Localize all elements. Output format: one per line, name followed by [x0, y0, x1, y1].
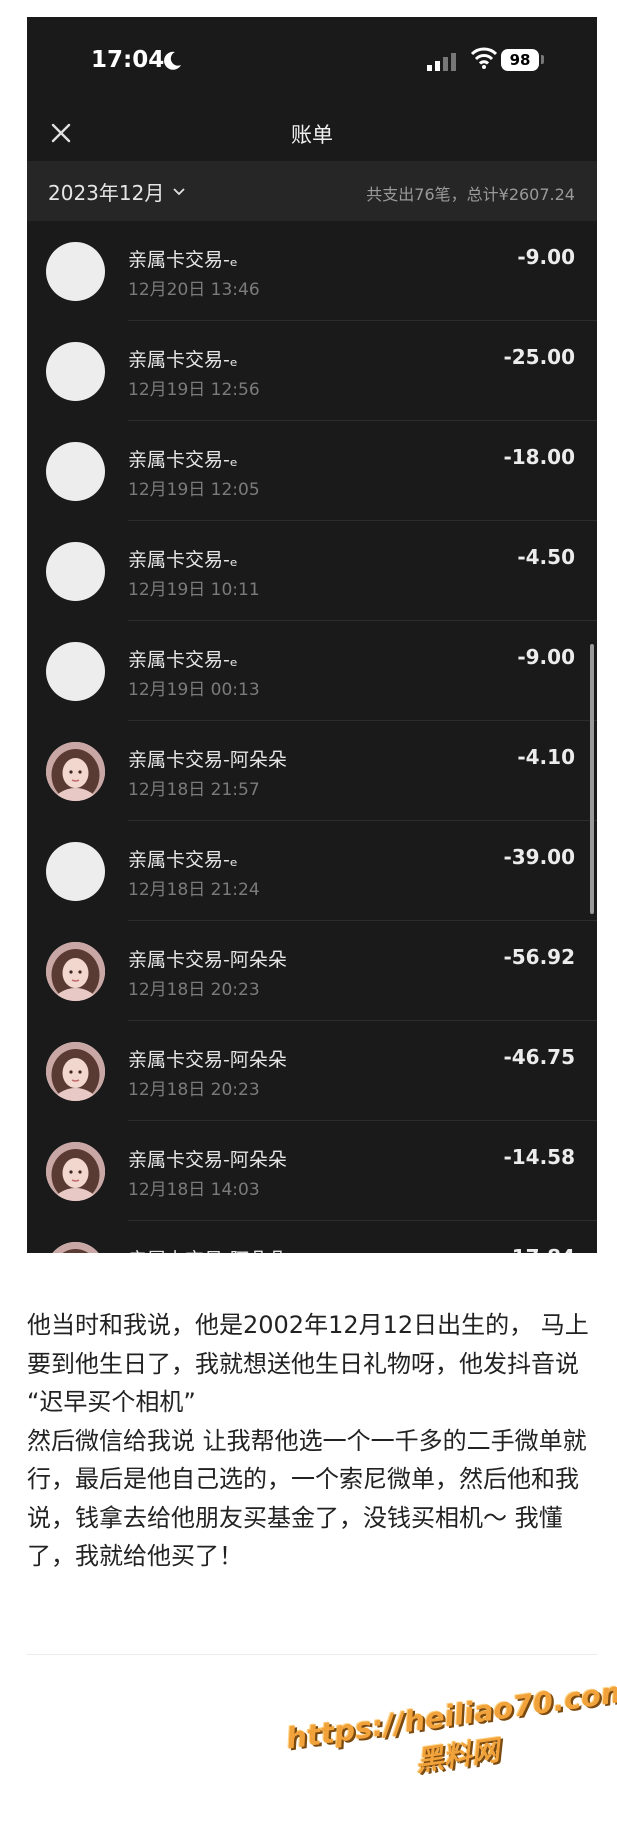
nav-bar: 账单 [27, 105, 597, 161]
transaction-title: 亲属卡交易-ₑ [128, 249, 238, 271]
moon-icon [164, 51, 181, 70]
transaction-row[interactable]: 亲属卡交易-阿朵朵 12月18日 20:23 -46.75 [27, 1021, 597, 1121]
avatar [46, 542, 105, 601]
transaction-time: 12月18日 21:57 [128, 780, 260, 800]
transaction-amount: -9.00 [517, 645, 575, 669]
transaction-amount: -25.00 [503, 345, 575, 369]
transaction-amount: -18.00 [503, 445, 575, 469]
wifi-icon [471, 47, 497, 69]
article-paragraph: 他当时和我说，他是2002年12月12日出生的， 马上要到他生日了，我就想送他生… [27, 1311, 589, 1416]
transaction-row[interactable]: 亲属卡交易-ₑ 12月20日 13:46 -9.00 [27, 221, 597, 321]
transaction-amount: -17.84 [503, 1245, 575, 1253]
transaction-row[interactable]: 亲属卡交易-ₑ 12月19日 10:11 -4.50 [27, 521, 597, 621]
transaction-title: 亲属卡交易-ₑ [128, 649, 238, 671]
avatar [46, 442, 105, 501]
transaction-time: 12月19日 00:13 [128, 680, 260, 700]
status-time: 17:04 [91, 47, 165, 73]
avatar [46, 342, 105, 401]
transaction-time: 12月18日 20:23 [128, 1080, 260, 1100]
transaction-title: 亲属卡交易-ₑ [128, 849, 238, 871]
transaction-title: 亲属卡交易-阿朵朵 [128, 749, 287, 771]
transaction-time: 12月18日 21:24 [128, 880, 260, 900]
transaction-title: 亲属卡交易-阿朵朵 [128, 1049, 287, 1071]
transaction-amount: -9.00 [517, 245, 575, 269]
transaction-amount: -39.00 [503, 845, 575, 869]
avatar [46, 942, 105, 1001]
transaction-title: 亲属卡交易-ₑ [128, 449, 238, 471]
month-label: 2023年12月 [48, 181, 165, 205]
article-paragraph: 然后微信给我说 让我帮他选一个一千多的二手微单就行，最后是他自己选的，一个索尼微… [27, 1426, 587, 1571]
transaction-list: 亲属卡交易-ₑ 12月20日 13:46 -9.00 亲属卡交易-ₑ 12月19日 12… [27, 221, 597, 1253]
transaction-row[interactable]: 亲属卡交易-ₑ 12月19日 12:05 -18.00 [27, 421, 597, 521]
divider [27, 1654, 597, 1655]
avatar [46, 842, 105, 901]
article-text: 他当时和我说，他是2002年12月12日出生的， 马上要到他生日了，我就想送他生… [27, 1306, 597, 1576]
transaction-row[interactable]: 亲属卡交易-阿朵朵 12月18日 14:03 -14.58 [27, 1121, 597, 1221]
avatar [46, 242, 105, 301]
transaction-title: 亲属卡交易-ₑ [128, 549, 238, 571]
signal-icon [427, 53, 456, 71]
transaction-time: 12月19日 10:11 [128, 580, 260, 600]
transaction-amount: -14.58 [503, 1145, 575, 1169]
phone-screenshot: 17:04 98 账单 2023年12月 共支出76笔，总计¥2607.24 亲… [27, 17, 597, 1253]
transaction-amount: -4.10 [517, 745, 575, 769]
page-title: 账单 [291, 123, 333, 147]
transaction-row[interactable]: 亲属卡交易-ₑ 12月19日 00:13 -9.00 [27, 621, 597, 721]
avatar [46, 642, 105, 701]
transaction-time: 12月18日 20:23 [128, 980, 260, 1000]
avatar [46, 1242, 105, 1253]
chevron-down-icon [173, 187, 185, 195]
battery-tip [541, 55, 544, 64]
transaction-time: 12月18日 14:03 [128, 1180, 260, 1200]
transaction-time: 12月19日 12:05 [128, 480, 260, 500]
transaction-row[interactable]: 亲属卡交易-ₑ 12月18日 21:24 -39.00 [27, 821, 597, 921]
transaction-amount: -56.92 [503, 945, 575, 969]
scrollbar[interactable] [590, 644, 594, 914]
status-bar: 17:04 98 [27, 17, 597, 105]
transaction-row[interactable]: 亲属卡交易-阿朵朵 -17.84 [27, 1221, 597, 1253]
transaction-title: 亲属卡交易-阿朵朵 [128, 1245, 287, 1253]
expense-summary: 共支出76笔，总计¥2607.24 [366, 185, 575, 204]
watermark: https://heiliao70.com 黑料网 [284, 1674, 617, 1798]
avatar [46, 1142, 105, 1201]
transaction-row[interactable]: 亲属卡交易-阿朵朵 12月18日 20:23 -56.92 [27, 921, 597, 1021]
transaction-amount: -4.50 [517, 545, 575, 569]
filter-bar: 2023年12月 共支出76笔，总计¥2607.24 [27, 161, 597, 221]
transaction-amount: -46.75 [503, 1045, 575, 1069]
transaction-title: 亲属卡交易-阿朵朵 [128, 949, 287, 971]
transaction-title: 亲属卡交易-ₑ [128, 349, 238, 371]
avatar [46, 742, 105, 801]
avatar [46, 1042, 105, 1101]
battery-indicator: 98 [501, 49, 539, 71]
transaction-row[interactable]: 亲属卡交易-阿朵朵 12月18日 21:57 -4.10 [27, 721, 597, 821]
transaction-time: 12月20日 13:46 [128, 280, 260, 300]
transaction-row[interactable]: 亲属卡交易-ₑ 12月19日 12:56 -25.00 [27, 321, 597, 421]
month-picker[interactable]: 2023年12月 [48, 177, 186, 206]
transaction-title: 亲属卡交易-阿朵朵 [128, 1149, 287, 1171]
transaction-time: 12月19日 12:56 [128, 380, 260, 400]
